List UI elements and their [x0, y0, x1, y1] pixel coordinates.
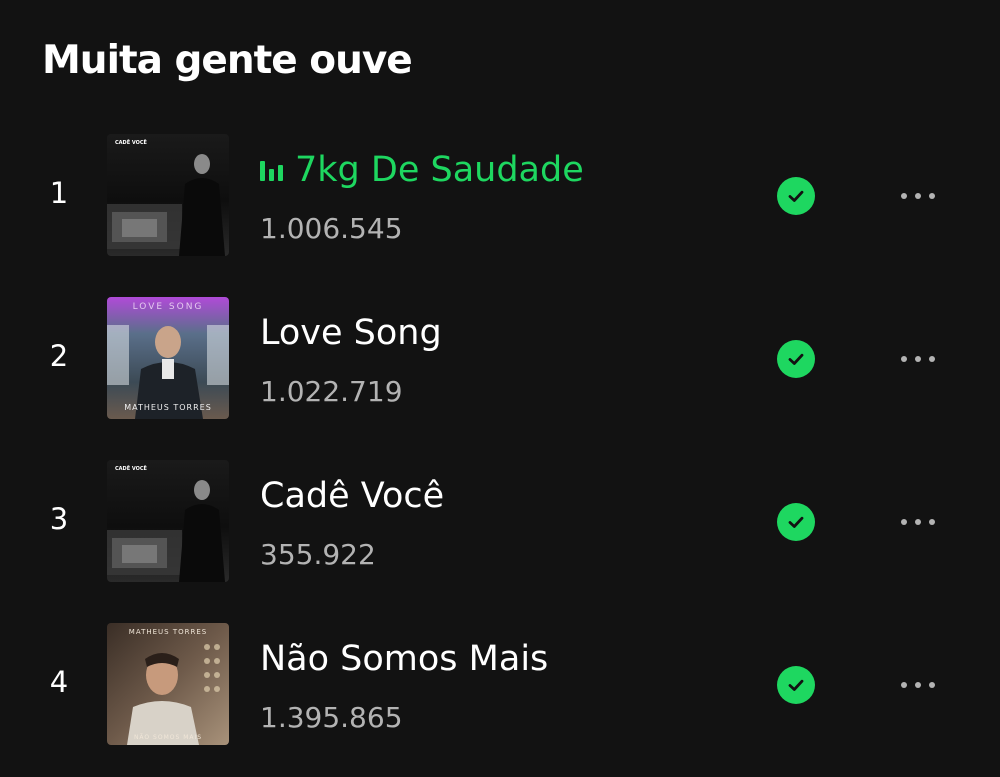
track-rank: 1	[49, 176, 69, 210]
check-icon	[788, 679, 804, 691]
play-count: 1.022.719	[260, 375, 403, 408]
track-title[interactable]: 7kg De Saudade	[295, 150, 584, 190]
saved-check-button[interactable]	[777, 666, 815, 704]
saved-check-button[interactable]	[777, 177, 815, 215]
cover-text: CADÊ VOCÊ	[115, 138, 148, 146]
track-title-line: Não Somos Mais	[260, 637, 548, 681]
saved-check-button[interactable]	[777, 340, 815, 378]
more-dot	[915, 193, 921, 199]
check-icon	[788, 190, 804, 202]
check-icon	[788, 353, 804, 365]
more-dot	[929, 519, 935, 525]
album-cover: CADÊ VOCÊ	[107, 460, 229, 582]
cover-text: CADÊ VOCÊ	[115, 464, 148, 472]
track-rank: 2	[49, 339, 69, 373]
more-dot	[915, 519, 921, 525]
more-dot	[901, 682, 907, 688]
album-cover: LOVE SONG MATHEUS TORRES	[107, 297, 229, 419]
play-count: 355.922	[260, 538, 376, 571]
track-rank: 3	[49, 502, 69, 536]
saved-check-button[interactable]	[777, 503, 815, 541]
play-count: 1.006.545	[260, 212, 403, 245]
equalizer-icon	[260, 159, 283, 181]
more-dot	[929, 682, 935, 688]
album-cover: MATHEUS TORRES NÃO SOMOS MAIS	[107, 623, 229, 745]
popular-tracks-page: Muita gente ouve 1 CADÊ VOCÊ 7kg De Saud…	[0, 0, 1000, 777]
track-title[interactable]: Cadê Você	[260, 476, 444, 516]
more-dot	[901, 519, 907, 525]
more-options-button[interactable]	[888, 673, 948, 697]
more-dot	[901, 356, 907, 362]
track-row[interactable]: 4 MATHEUS TORRES NÃO SOMOS MAIS Não Somo…	[0, 623, 1000, 747]
more-options-button[interactable]	[888, 184, 948, 208]
track-rank: 4	[49, 665, 69, 699]
more-dot	[915, 356, 921, 362]
cover-text: LOVE SONG	[133, 302, 204, 312]
album-cover: CADÊ VOCÊ	[107, 134, 229, 256]
cover-text: MATHEUS TORRES	[129, 628, 207, 636]
play-count: 1.395.865	[260, 701, 403, 734]
track-row[interactable]: 2 LOVE SONG MATHEUS TORRES Love Song 1.0…	[0, 297, 1000, 421]
more-dot	[929, 193, 935, 199]
track-title-line: 7kg De Saudade	[260, 148, 584, 192]
track-title-line: Love Song	[260, 311, 442, 355]
more-options-button[interactable]	[888, 347, 948, 371]
track-title-line: Cadê Você	[260, 474, 444, 518]
check-icon	[788, 516, 804, 528]
section-title: Muita gente ouve	[42, 38, 413, 83]
more-dot	[915, 682, 921, 688]
track-row[interactable]: 3 CADÊ VOCÊ Cadê Você 355.922	[0, 460, 1000, 584]
more-dot	[901, 193, 907, 199]
more-dot	[929, 356, 935, 362]
track-title[interactable]: Não Somos Mais	[260, 639, 548, 679]
more-options-button[interactable]	[888, 510, 948, 534]
cover-text: MATHEUS TORRES	[124, 403, 212, 412]
track-title[interactable]: Love Song	[260, 313, 442, 353]
cover-text: NÃO SOMOS MAIS	[134, 734, 202, 741]
track-row[interactable]: 1 CADÊ VOCÊ 7kg De Saudade 1.006.545	[0, 134, 1000, 258]
